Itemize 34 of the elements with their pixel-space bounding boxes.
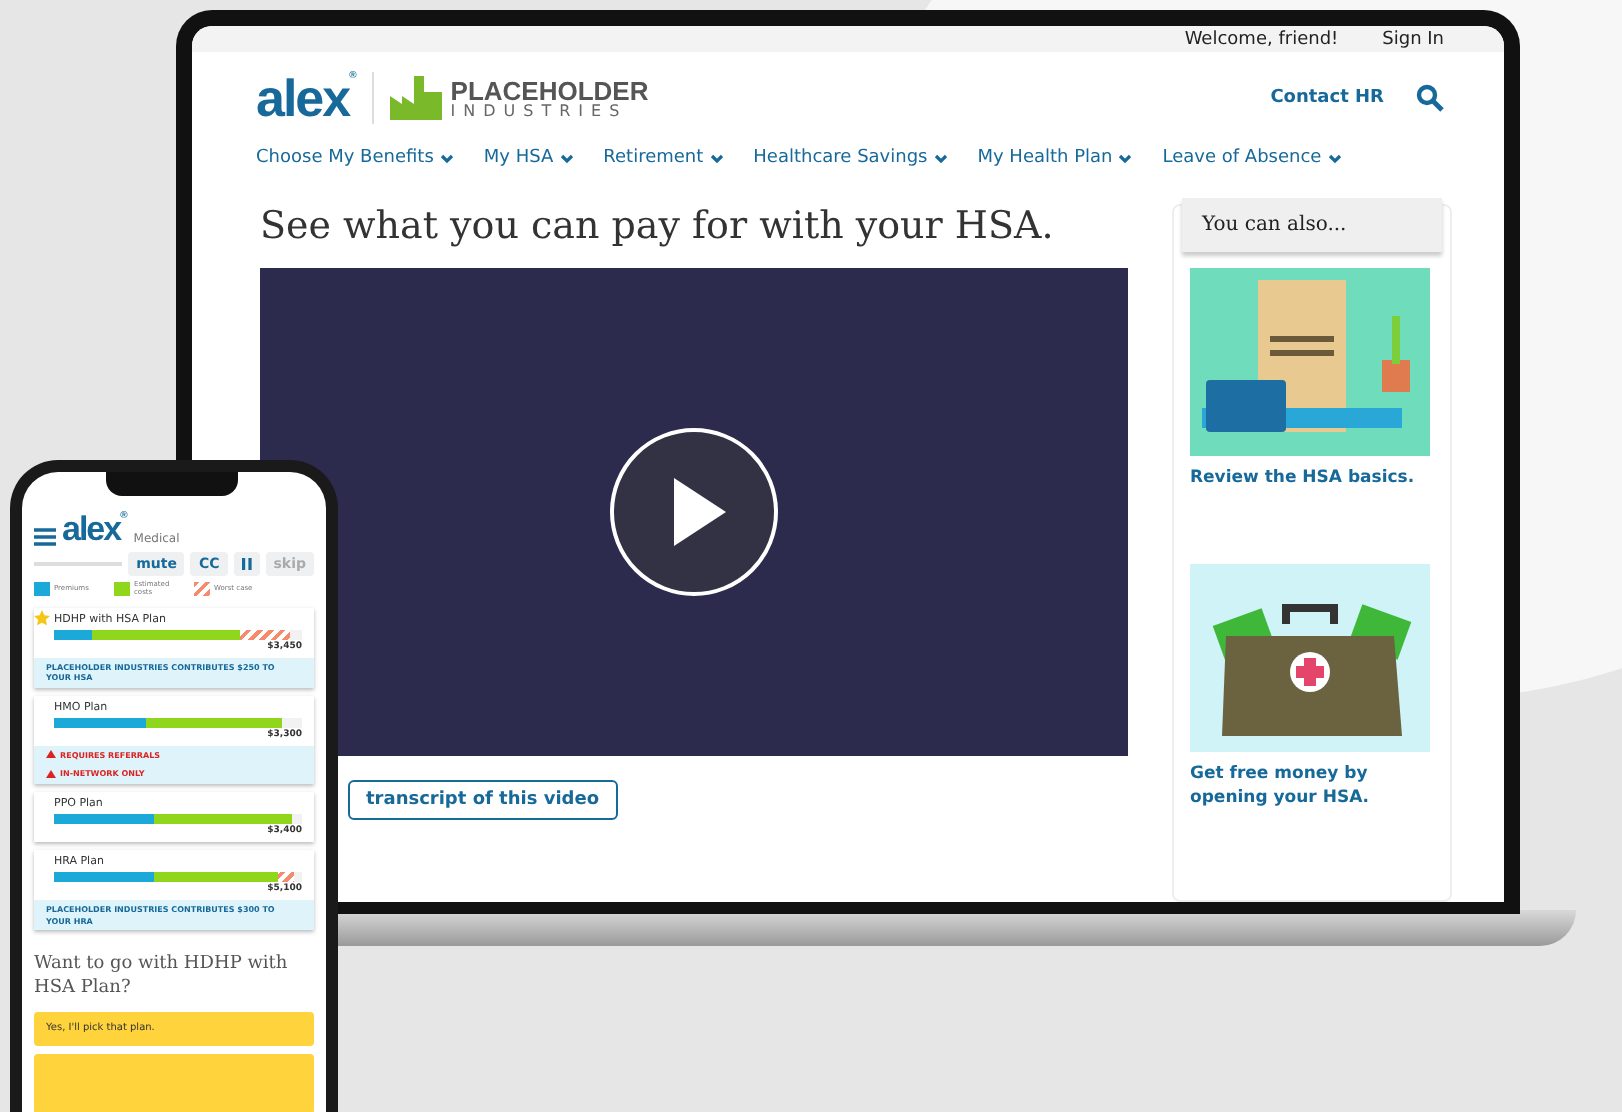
chevron-icon (1327, 153, 1342, 164)
legend-swatch (34, 582, 50, 597)
question-text: Want to go with HDHP with HSA Plan? (34, 954, 290, 1002)
sidebar-title: You can also... (1182, 198, 1442, 253)
sidebar-link[interactable]: Review the HSA basics. (1190, 468, 1434, 493)
nav-menu-item[interactable]: Retirement (603, 148, 724, 169)
nav-menu-item[interactable]: Healthcare Savings (753, 148, 948, 169)
chevron-icon (1118, 153, 1133, 164)
chevron-icon (709, 153, 724, 164)
pause-icon (241, 558, 252, 570)
company-name: PLACEHOLDER (450, 77, 649, 104)
video-frame[interactable] (260, 268, 1128, 757)
nav-menu-item[interactable]: Leave of Absence (1162, 148, 1342, 169)
sign-in-link[interactable]: Sign In (1382, 29, 1444, 50)
play-icon[interactable] (608, 426, 780, 599)
menu-icon[interactable] (34, 528, 56, 546)
chevron-icon (933, 153, 948, 164)
factory-icon (390, 76, 443, 121)
search-icon[interactable] (1416, 84, 1444, 113)
sidebar-link[interactable]: Get free money by opening your HSA. (1190, 764, 1434, 812)
chevron-icon (439, 153, 454, 164)
company-subtitle: INDUSTRIES (450, 103, 630, 120)
page-heading: See what you can pay for with your HSA. (260, 204, 1056, 249)
legend-swatch (114, 582, 130, 597)
pause-button[interactable] (233, 552, 260, 576)
legend-swatch (194, 582, 210, 597)
contact-link[interactable]: Contact HR (1270, 88, 1384, 109)
nav-menu-item[interactable]: My HSA (483, 148, 574, 169)
chevron-icon (559, 153, 574, 164)
transcript-button[interactable]: transcript of this video (348, 780, 618, 821)
nav-menu-item[interactable]: My Health Plan (977, 148, 1133, 169)
phone-notch (106, 472, 238, 496)
nav-menu-item[interactable]: Choose My Benefits (256, 148, 454, 169)
greeting-text: Welcome, friend! (1184, 29, 1339, 50)
